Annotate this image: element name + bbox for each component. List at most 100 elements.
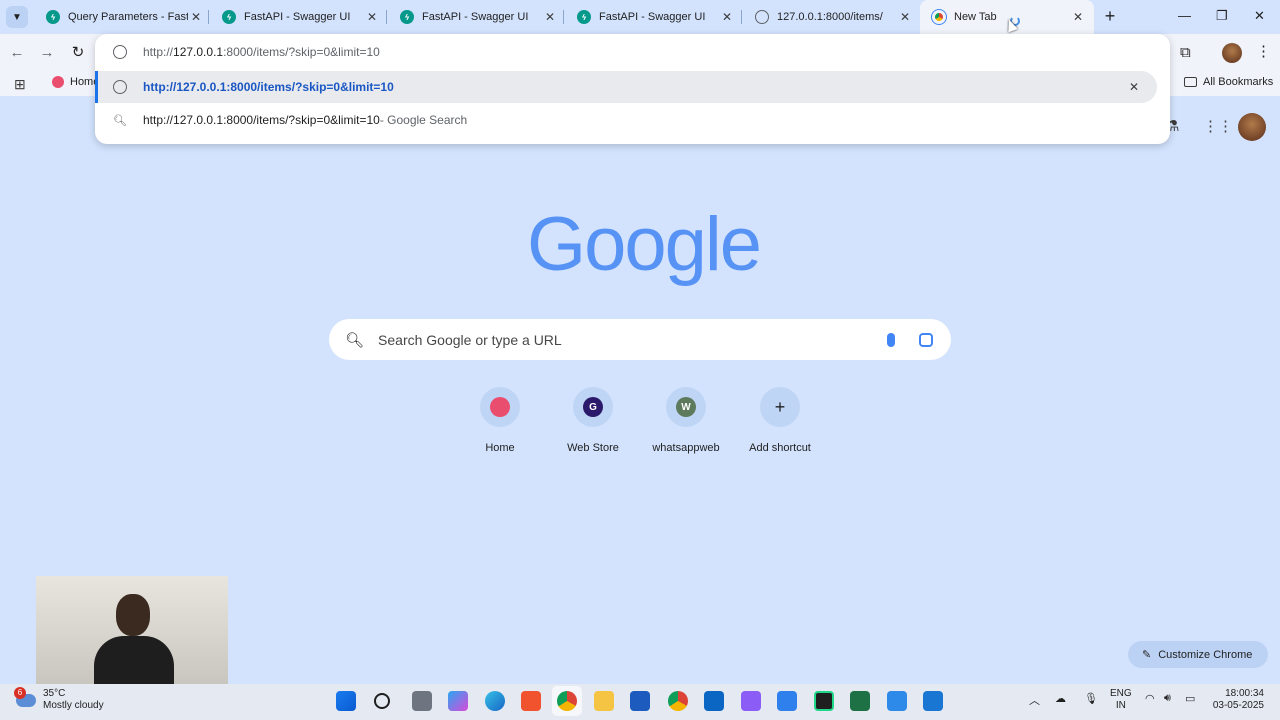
search-input[interactable]: Search Google or type a URL [378, 332, 887, 348]
menu-kebab-icon[interactable]: ⋮ [1256, 42, 1271, 60]
web-store-icon: G [583, 397, 603, 417]
close-icon[interactable]: ✕ [188, 10, 204, 24]
weather-condition: Mostly cloudy [43, 700, 104, 711]
home-shortcut-icon [490, 397, 510, 417]
plus-icon: + [774, 396, 786, 417]
remove-suggestion-icon[interactable]: ✕ [1129, 80, 1139, 94]
close-icon[interactable]: ✕ [364, 10, 380, 24]
shortcut-web-store[interactable]: G Web Store [548, 387, 638, 454]
chevron-up-icon[interactable]: ︿ [1029, 692, 1040, 708]
extensions-icon[interactable]: ⧉ [1180, 44, 1191, 61]
battery-icon[interactable]: ▭ [1185, 692, 1195, 705]
apps-grid-icon[interactable]: ⊞ [14, 76, 26, 93]
file-explorer-icon[interactable] [594, 691, 614, 711]
suggestion-search[interactable]: 🔍︎ http://127.0.0.1:8000/items/?skip=0&l… [95, 104, 1157, 136]
close-window-icon[interactable]: ✕ [1254, 8, 1265, 24]
url-host: 127.0.0.1 [173, 45, 224, 59]
all-bookmarks-label: All Bookmarks [1203, 76, 1274, 88]
microphone-icon[interactable]: 🎙︎ [1084, 692, 1098, 705]
close-icon[interactable]: ✕ [719, 10, 735, 24]
search-box[interactable]: 🔍︎ Search Google or type a URL [329, 319, 951, 360]
google-logo: Google [527, 202, 762, 287]
clipchamp-icon[interactable] [741, 691, 761, 711]
pycharm-icon[interactable] [814, 691, 834, 711]
temperature: 35°C [43, 688, 66, 699]
cloud-icon: 6 [14, 686, 36, 707]
copilot-icon[interactable] [448, 691, 468, 711]
close-icon[interactable]: ✕ [897, 10, 913, 24]
webcam-person-head [116, 594, 150, 636]
wifi-icon[interactable]: ◠ [1145, 692, 1155, 705]
shortcut-add[interactable]: + Add shortcut [735, 387, 825, 454]
time: 18:00:34 [1225, 688, 1264, 699]
notepad-icon[interactable] [887, 691, 907, 711]
language-code: ENG [1110, 688, 1132, 699]
linkedin-icon[interactable] [704, 691, 724, 711]
shortcut-circle: W [666, 387, 706, 427]
brave-icon[interactable] [521, 691, 541, 711]
tab-title: 127.0.0.1:8000/items/ [777, 11, 883, 23]
avatar[interactable] [1222, 43, 1242, 63]
forward-button[interactable]: → [36, 42, 58, 64]
globe-icon [113, 45, 127, 59]
fastapi-icon: ϟ [46, 10, 60, 24]
microphone-icon[interactable] [887, 332, 895, 347]
omnibox-dropdown: http://127.0.0.1:8000/items/?skip=0&limi… [95, 34, 1170, 144]
close-icon[interactable]: ✕ [1070, 10, 1086, 24]
chrome-icon[interactable] [557, 691, 577, 711]
globe-icon [113, 80, 127, 94]
shortcut-label: Home [485, 442, 515, 454]
back-button[interactable]: ← [6, 42, 28, 64]
volume-icon[interactable]: 🔊︎ [1164, 692, 1171, 705]
excel-icon[interactable] [850, 691, 870, 711]
edge-icon[interactable] [485, 691, 505, 711]
search-icon[interactable] [374, 693, 390, 709]
shortcut-circle [480, 387, 520, 427]
tab-query-parameters[interactable]: ϟ Query Parameters - FastAPI ✕ [34, 0, 212, 34]
weather-widget[interactable]: 6 35°C Mostly cloudy [14, 686, 104, 712]
region-code: IN [1115, 700, 1126, 711]
windows-start-icon[interactable] [336, 691, 356, 711]
webcam-person-body [94, 636, 174, 684]
clock[interactable]: 18:00:34 03-05-2025 [1212, 688, 1264, 712]
vscode-icon[interactable] [777, 691, 797, 711]
tab-swagger-3[interactable]: ϟ FastAPI - Swagger UI ✕ [565, 0, 743, 34]
tab-search-button[interactable]: ▼ [6, 6, 28, 28]
tab-separator [208, 10, 209, 24]
folder-icon [1184, 77, 1197, 87]
weather-badge: 6 [14, 686, 26, 699]
address-bar[interactable]: http://127.0.0.1:8000/items/?skip=0&limi… [95, 34, 1170, 70]
close-icon[interactable]: ✕ [542, 10, 558, 24]
webcam-overlay [36, 576, 228, 684]
account-avatar[interactable] [1238, 113, 1266, 141]
new-tab-button[interactable]: + [1100, 6, 1120, 26]
word-icon[interactable] [630, 691, 650, 711]
tab-swagger-1[interactable]: ϟ FastAPI - Swagger UI ✕ [210, 0, 388, 34]
tab-title: Query Parameters - FastAPI [68, 11, 188, 23]
onedrive-cloud-icon[interactable]: ☁ [1055, 692, 1066, 705]
tab-items[interactable]: 127.0.0.1:8000/items/ ✕ [743, 0, 921, 34]
all-bookmarks-button[interactable]: All Bookmarks [1184, 76, 1273, 88]
task-view-icon[interactable] [412, 691, 432, 711]
tab-title: FastAPI - Swagger UI [244, 11, 351, 23]
google-lens-icon[interactable] [919, 332, 933, 347]
shortcut-whatsappweb[interactable]: W whatsappweb [641, 387, 731, 454]
tab-swagger-2[interactable]: ϟ FastAPI - Swagger UI ✕ [388, 0, 566, 34]
shortcut-circle: + [760, 387, 800, 427]
language-indicator[interactable]: ENG IN [1110, 688, 1132, 712]
suggestion-text: http://127.0.0.1:8000/items/?skip=0&limi… [143, 113, 380, 127]
shortcut-home[interactable]: Home [455, 387, 545, 454]
minimize-icon[interactable]: — [1178, 8, 1191, 23]
restore-icon[interactable]: ❐ [1216, 8, 1228, 24]
customize-chrome-button[interactable]: ✎ Customize Chrome [1128, 641, 1268, 668]
reload-button[interactable]: ↻ [67, 42, 89, 64]
address-input[interactable]: http://127.0.0.1:8000/items/?skip=0&limi… [143, 45, 380, 59]
chrome-profile-icon[interactable] [668, 691, 688, 711]
shortcut-label: Web Store [567, 442, 619, 454]
suggestion-url[interactable]: http://127.0.0.1:8000/items/?skip=0&limi… [95, 71, 1157, 103]
globe-icon [755, 10, 769, 24]
shortcut-circle: G [573, 387, 613, 427]
app-window-icon[interactable] [923, 691, 943, 711]
bookmark-home[interactable]: Home [52, 76, 99, 88]
url-prefix: http:// [143, 45, 174, 59]
